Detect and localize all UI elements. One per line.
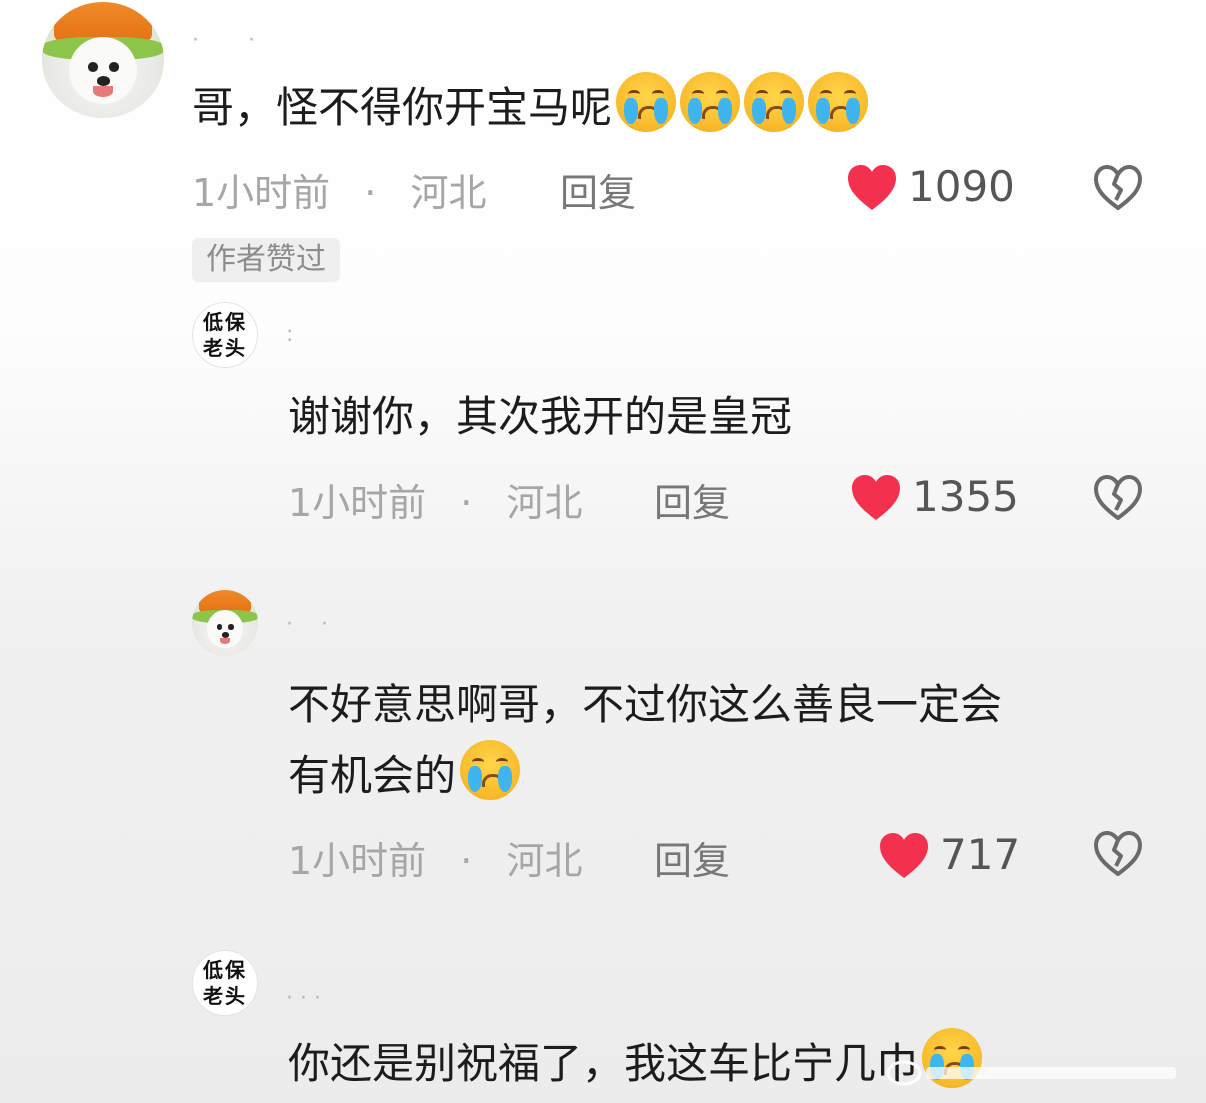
username-placeholder[interactable]: · ·	[286, 612, 328, 637]
like-count: 717	[940, 830, 1021, 879]
heart-icon[interactable]	[846, 164, 898, 212]
comment-location: 河北	[506, 839, 583, 883]
dog-nose	[221, 632, 229, 638]
separator-dot: ·	[364, 171, 377, 215]
crying-face-emoji	[680, 72, 741, 132]
comment-body: 哥，怪不得你开宝马呢	[192, 83, 613, 132]
avatar-text: 低保 老头	[203, 958, 247, 1008]
commenter-avatar[interactable]	[42, 2, 164, 118]
comment-body: 你还是别祝福了，我这车比宁几巾	[288, 1039, 919, 1088]
dog-nose	[96, 76, 111, 86]
separator-dot: ·	[460, 481, 473, 525]
comment-time: 1小时前	[288, 839, 427, 883]
username-placeholder[interactable]: :	[286, 322, 293, 347]
comment-time: 1小时前	[288, 481, 427, 525]
watermark-graphic	[886, 1060, 1176, 1086]
username-placeholder[interactable]: · · ·	[286, 986, 321, 1011]
heart-icon[interactable]	[878, 832, 930, 880]
commenter-avatar[interactable]: 低保 老头	[192, 950, 258, 1016]
comment-location: 河北	[506, 481, 583, 525]
dog-eye	[109, 62, 119, 72]
dislike-icon[interactable]	[1092, 164, 1144, 212]
comment-text-line2: 有机会的	[288, 740, 521, 811]
avatar-text: 低保 老头	[203, 310, 247, 360]
comment-meta: 1小时前 · 河北	[288, 830, 582, 885]
comment-location: 河北	[410, 171, 487, 215]
like-count: 1090	[908, 162, 1015, 211]
author-liked-badge: 作者赞过	[192, 238, 340, 282]
crying-face-emoji	[460, 740, 521, 800]
commenter-avatar[interactable]: 低保 老头	[192, 302, 258, 368]
crying-face-emoji	[744, 72, 805, 132]
reply-button[interactable]: 回复	[560, 162, 636, 217]
comment-text: 谢谢你，其次我开的是皇冠	[288, 392, 793, 441]
dog-mouth	[93, 85, 113, 98]
heart-icon[interactable]	[850, 474, 902, 522]
reply-button[interactable]: 回复	[654, 830, 730, 885]
comment-text: 你还是别祝福了，我这车比宁几巾	[288, 1028, 983, 1099]
crying-face-emoji	[616, 72, 677, 132]
comment-text-line1: 不好意思啊哥，不过你这么善良一定会	[288, 680, 1003, 729]
dislike-icon[interactable]	[1092, 474, 1144, 522]
dog-eye	[217, 624, 223, 630]
separator-dot: ·	[460, 839, 473, 883]
crying-face-emoji	[808, 72, 869, 132]
like-count: 1355	[912, 472, 1019, 521]
commenter-avatar[interactable]	[192, 590, 258, 656]
dislike-icon[interactable]	[1092, 830, 1144, 878]
dog-eye	[88, 62, 99, 72]
reply-button[interactable]: 回复	[654, 472, 730, 527]
comment-time: 1小时前	[192, 171, 331, 215]
watermark	[886, 1055, 1186, 1091]
comment-meta: 1小时前 · 河北	[288, 472, 582, 527]
dog-eye	[228, 624, 234, 630]
username-placeholder[interactable]: · ·	[192, 28, 255, 53]
comment-body: 有机会的	[288, 751, 457, 800]
comment-text: 哥，怪不得你开宝马呢	[192, 72, 869, 143]
comment-meta: 1小时前 · 河北	[192, 162, 486, 217]
